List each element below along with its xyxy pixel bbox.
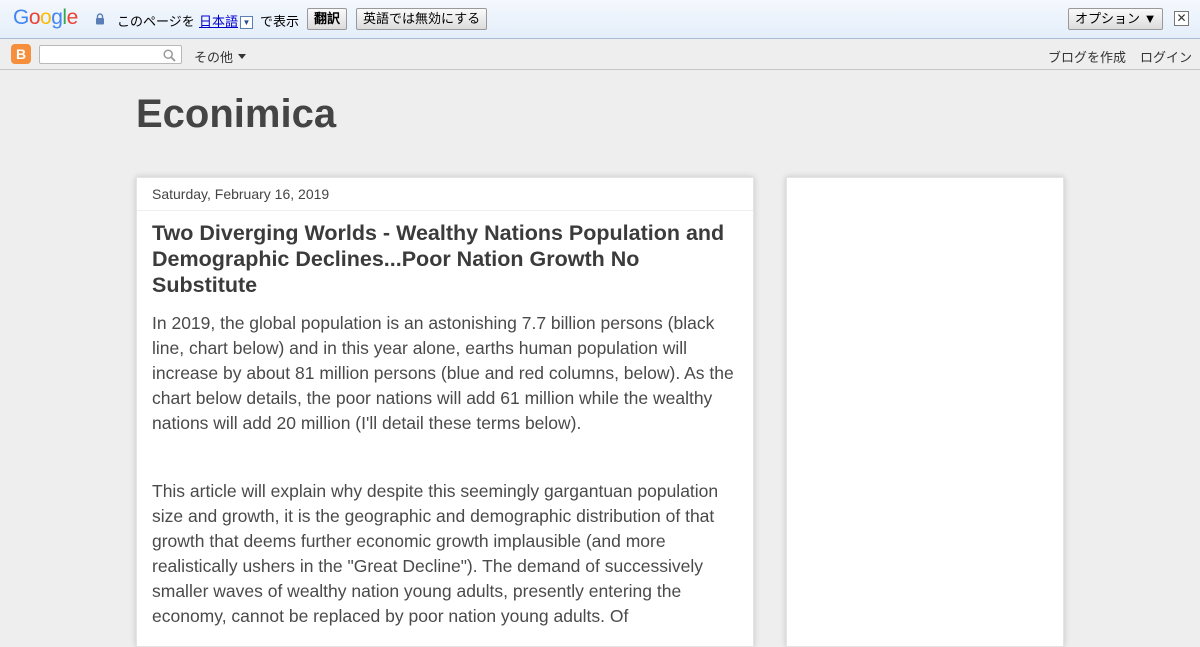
blog-title[interactable]: Econimica [136, 92, 336, 137]
search-input[interactable] [43, 47, 165, 64]
translate-suffix-text: で表示 [260, 14, 300, 29]
caret-down-icon[interactable] [237, 54, 246, 60]
post-title[interactable]: Two Diverging Worlds - Wealthy Nations P… [152, 220, 742, 298]
post-card: Saturday, February 16, 2019 Two Divergin… [136, 177, 754, 647]
logo-letter: g [51, 6, 63, 29]
post-paragraph: In 2019, the global population is an ast… [152, 313, 734, 433]
disable-translation-button[interactable]: 英語では無効にする [356, 8, 488, 30]
login-link[interactable]: ログイン [1140, 47, 1192, 66]
post-paragraph: This article will explain why despite th… [152, 481, 719, 626]
search-box[interactable] [39, 45, 182, 64]
language-selector[interactable]: 日本語 ▼ [199, 11, 254, 30]
post-body: In 2019, the global population is an ast… [152, 311, 742, 629]
more-menu-label[interactable]: その他 [194, 50, 233, 65]
sidebar [786, 177, 1064, 647]
logo-letter: o [28, 6, 41, 29]
translate-prefix-text: このページを [117, 14, 195, 29]
translate-bar: Google このページを 日本語 ▼ で表示 翻訳 英語では無効にする オプショ… [0, 0, 1200, 39]
logo-letter: G [13, 6, 29, 29]
more-menu[interactable]: その他 [194, 47, 246, 66]
chevron-down-icon[interactable]: ▼ [240, 16, 254, 29]
close-icon[interactable]: ✕ [1174, 11, 1189, 26]
lock-icon [96, 13, 104, 25]
logo-letter: e [66, 6, 79, 29]
translate-button[interactable]: 翻訳 [307, 8, 348, 30]
post-date: Saturday, February 16, 2019 [137, 178, 753, 211]
options-button[interactable]: オプション ▼ [1068, 8, 1164, 30]
logo-letter: o [40, 6, 52, 29]
blogger-icon[interactable]: B [11, 44, 31, 64]
blogger-navbar: B その他 ブログを作成 ログイン [0, 39, 1200, 70]
google-logo: Google [13, 6, 78, 30]
search-icon[interactable] [163, 49, 176, 62]
create-blog-link[interactable]: ブログを作成 [1048, 47, 1126, 66]
language-link[interactable]: 日本語 [199, 14, 238, 29]
